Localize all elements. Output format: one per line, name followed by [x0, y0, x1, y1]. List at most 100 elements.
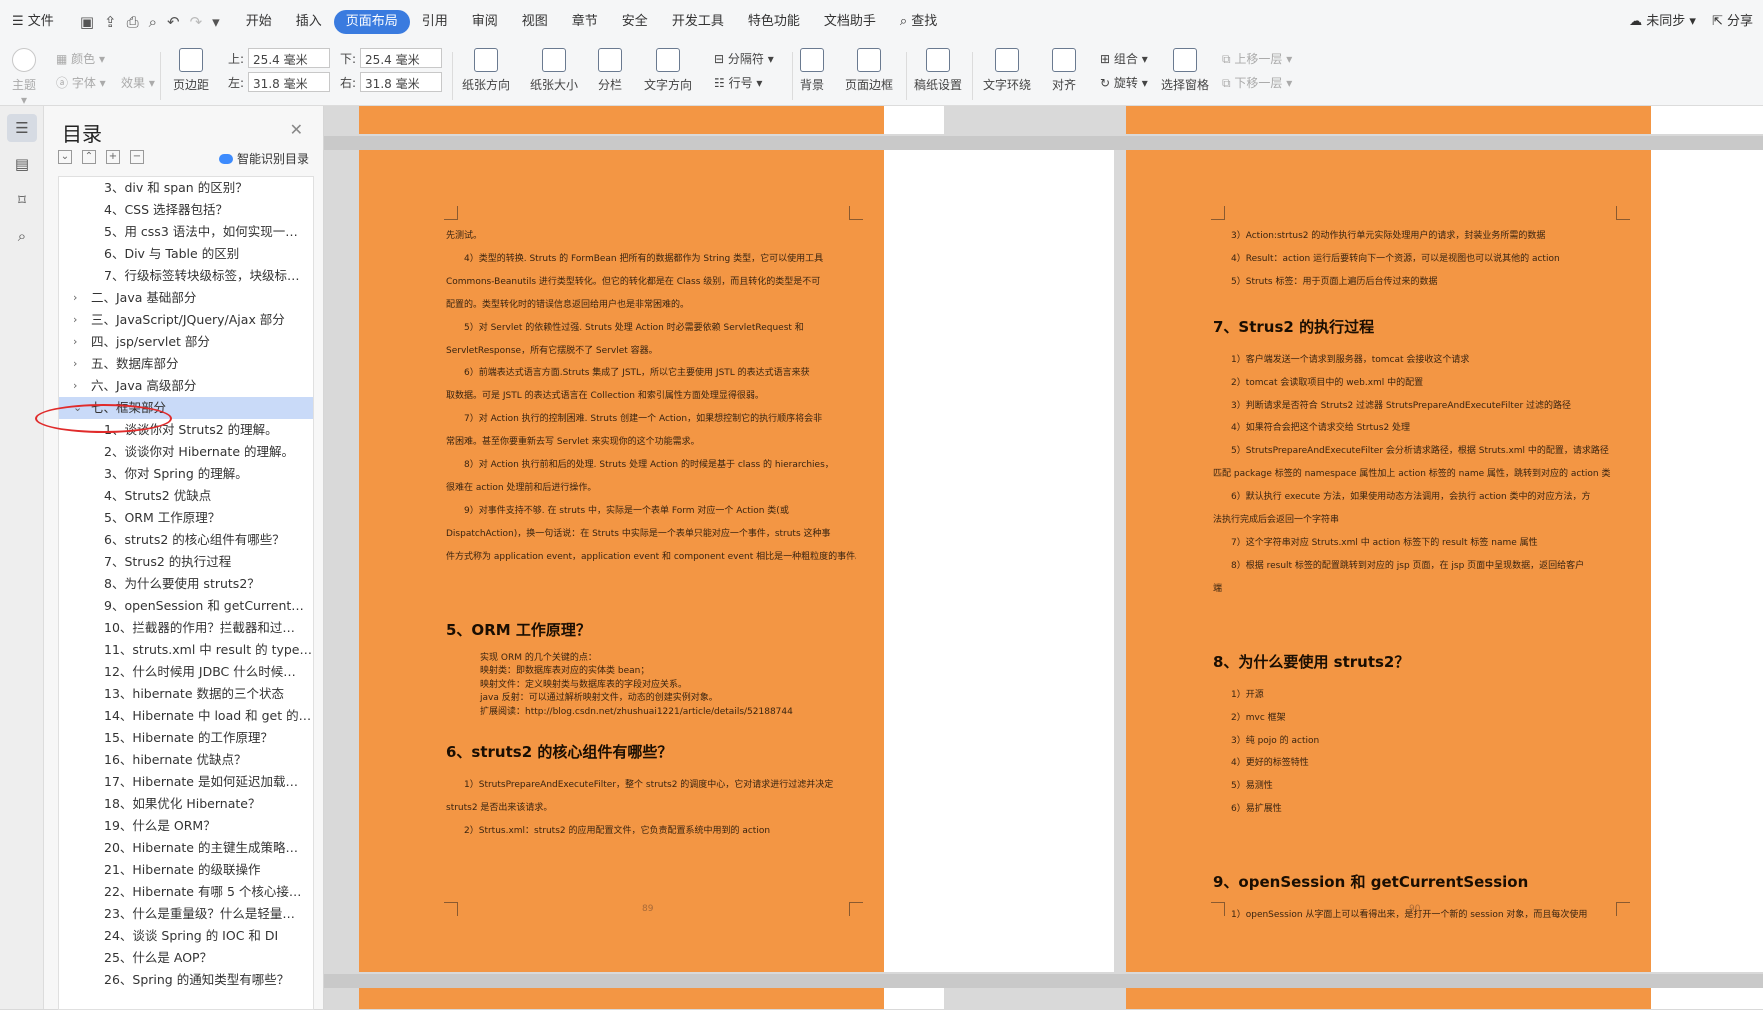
- search-command[interactable]: ⌕ 查找: [888, 7, 949, 37]
- toc-item[interactable]: 17、Hibernate 是如何延迟加载…: [59, 771, 313, 793]
- font-button[interactable]: ⓐ 字体 ▾: [56, 74, 106, 91]
- toc-item[interactable]: 11、struts.xml 中 result 的 type …: [59, 639, 313, 661]
- right-margin-field[interactable]: 右: 31.8 毫米: [340, 72, 443, 92]
- tab-5[interactable]: 视图: [510, 7, 560, 37]
- tab-2[interactable]: 页面布局: [333, 10, 410, 34]
- tab-3[interactable]: 引用: [410, 7, 460, 37]
- save-icon[interactable]: ▣: [80, 13, 94, 31]
- toc-item[interactable]: 3、div 和 span 的区别？: [59, 177, 313, 199]
- toc-item[interactable]: › 三、JavaScript/JQuery/Ajax 部分: [59, 309, 313, 331]
- tab-9[interactable]: 特色功能: [736, 7, 812, 37]
- toc-item[interactable]: 22、Hibernate 有哪 5 个核心接…: [59, 881, 313, 903]
- toc-item[interactable]: 18、如果优化 Hibernate？: [59, 793, 313, 815]
- sync-status[interactable]: ☁ 未同步 ▾: [1629, 10, 1696, 29]
- collapse-all-icon[interactable]: ⌄: [58, 150, 72, 164]
- print-preview-icon[interactable]: ⌕: [149, 13, 157, 31]
- close-icon[interactable]: ✕: [290, 120, 303, 139]
- group-icon: ⊞: [1100, 52, 1114, 66]
- toc-item[interactable]: 25、什么是 AOP？: [59, 947, 313, 969]
- theme-button[interactable]: 主题 ▾: [12, 48, 36, 107]
- toc-item[interactable]: 7、行级标签转块级标签，块级标…: [59, 265, 313, 287]
- effect-button[interactable]: 效果 ▾: [121, 74, 155, 91]
- toc-item[interactable]: › 六、Java 高级部分: [59, 375, 313, 397]
- share-button[interactable]: ⇱ 分享: [1712, 10, 1753, 29]
- text-direction-button[interactable]: 文字方向: [644, 48, 692, 93]
- print-icon[interactable]: ⎙: [127, 13, 139, 31]
- orientation-button[interactable]: 纸张方向: [462, 48, 510, 93]
- toc-item[interactable]: 14、Hibernate 中 load 和 get 的…: [59, 705, 313, 727]
- line-number-button[interactable]: ☷ 行号 ▾: [714, 74, 762, 91]
- left-margin-field[interactable]: 左: 31.8 毫米: [228, 72, 331, 92]
- toc-item[interactable]: 20、Hibernate 的主键生成策略…: [59, 837, 313, 859]
- bottom-margin-field[interactable]: 下: 25.4 毫米: [340, 48, 443, 68]
- align-button[interactable]: 对齐: [1052, 48, 1076, 93]
- toc-item[interactable]: 6、struts2 的核心组件有哪些？: [59, 529, 313, 551]
- toc-item[interactable]: › 五、数据库部分: [59, 353, 313, 375]
- toc-item-label: 三、JavaScript/JQuery/Ajax 部分: [91, 312, 285, 327]
- tab-7[interactable]: 安全: [610, 7, 660, 37]
- toc-item[interactable]: 9、openSession 和 getCurrent…: [59, 595, 313, 617]
- tab-1[interactable]: 插入: [284, 7, 334, 37]
- tab-6[interactable]: 章节: [560, 7, 610, 37]
- chevron-right-icon[interactable]: ›: [73, 309, 77, 331]
- toc-item[interactable]: 16、hibernate 优缺点？: [59, 749, 313, 771]
- chevron-right-icon[interactable]: ›: [73, 353, 77, 375]
- rotate-button[interactable]: ↻ 旋转 ▾: [1100, 74, 1148, 91]
- toc-item[interactable]: › 四、jsp/servlet 部分: [59, 331, 313, 353]
- chevron-right-icon[interactable]: ›: [73, 287, 77, 309]
- bookmark-view-button[interactable]: ⌑: [7, 186, 37, 214]
- background-button[interactable]: 背景: [800, 48, 824, 93]
- tab-4[interactable]: 审阅: [460, 7, 510, 37]
- columns-button[interactable]: 分栏: [598, 48, 622, 93]
- chevron-right-icon[interactable]: ›: [73, 331, 77, 353]
- toc-item[interactable]: 15、Hibernate 的工作原理？: [59, 727, 313, 749]
- find-view-button[interactable]: ⌕: [7, 222, 37, 250]
- tab-10[interactable]: 文档助手: [812, 7, 888, 37]
- margin-button[interactable]: 页边距: [173, 48, 209, 93]
- customize-icon[interactable]: ▾: [212, 13, 220, 31]
- toc-view-button[interactable]: ☰: [7, 114, 37, 142]
- toc-item[interactable]: 5、用 css3 语法中，如何实现一…: [59, 221, 313, 243]
- toc-item[interactable]: 13、hibernate 数据的三个状态: [59, 683, 313, 705]
- text-wrap-button[interactable]: 文字环绕: [983, 48, 1031, 93]
- toc-item[interactable]: 5、ORM 工作原理？: [59, 507, 313, 529]
- group-button[interactable]: ⊞ 组合 ▾: [1100, 50, 1148, 67]
- toc-item[interactable]: 12、什么时候用 JDBC 什么时候…: [59, 661, 313, 683]
- toc-item[interactable]: 2、谈谈你对 Hibernate 的理解。: [59, 441, 313, 463]
- top-margin-field[interactable]: 上: 25.4 毫米: [228, 48, 331, 68]
- color-button[interactable]: ▦ 颜色 ▾: [56, 50, 105, 67]
- chapter-view-button[interactable]: ▤: [7, 150, 37, 178]
- separator-button[interactable]: ⊟ 分隔符 ▾: [714, 50, 774, 67]
- bring-forward-button[interactable]: ⧉ 上移一层 ▾: [1222, 50, 1292, 67]
- toc-item[interactable]: 6、Div 与 Table 的区别: [59, 243, 313, 265]
- remove-item-icon[interactable]: −: [130, 150, 144, 164]
- toc-item[interactable]: 21、Hibernate 的级联操作: [59, 859, 313, 881]
- tab-0[interactable]: 开始: [234, 7, 284, 37]
- expand-up-icon[interactable]: ⌃: [82, 150, 96, 164]
- body-text-line: 法执行完成后会返回一个字符串: [1213, 515, 1340, 526]
- toc-item[interactable]: 7、Strus2 的执行过程: [59, 551, 313, 573]
- undo-icon[interactable]: ↶: [167, 13, 180, 31]
- add-item-icon[interactable]: +: [106, 150, 120, 164]
- toc-item[interactable]: 23、什么是重量级？什么是轻量…: [59, 903, 313, 925]
- toc-item[interactable]: 4、Struts2 优缺点: [59, 485, 313, 507]
- toc-item[interactable]: › 二、Java 基础部分: [59, 287, 313, 309]
- toc-item[interactable]: 24、谈谈 Spring 的 IOC 和 DI: [59, 925, 313, 947]
- toc-item[interactable]: 3、你对 Spring 的理解。: [59, 463, 313, 485]
- paper-size-button[interactable]: 纸张大小: [530, 48, 578, 93]
- smart-toc-button[interactable]: 智能识别目录: [218, 150, 309, 167]
- file-menu[interactable]: ☰ 文件: [0, 7, 66, 37]
- send-backward-button[interactable]: ⧉ 下移一层 ▾: [1222, 74, 1292, 91]
- paper-setting-button[interactable]: 稿纸设置: [914, 48, 962, 93]
- toc-item[interactable]: 8、为什么要使用 struts2？: [59, 573, 313, 595]
- page-border-button[interactable]: 页面边框: [845, 48, 893, 93]
- toc-item[interactable]: 26、Spring 的通知类型有哪些？: [59, 969, 313, 991]
- toc-item[interactable]: 19、什么是 ORM？: [59, 815, 313, 837]
- chevron-right-icon[interactable]: ›: [73, 375, 77, 397]
- toc-item[interactable]: 4、CSS 选择器包括？: [59, 199, 313, 221]
- redo-icon[interactable]: ↷: [190, 13, 203, 31]
- toc-item[interactable]: 10、拦截器的作用？拦截器和过…: [59, 617, 313, 639]
- export-icon[interactable]: ⇪: [104, 13, 117, 31]
- select-pane-button[interactable]: 选择窗格: [1161, 48, 1209, 93]
- tab-8[interactable]: 开发工具: [660, 7, 736, 37]
